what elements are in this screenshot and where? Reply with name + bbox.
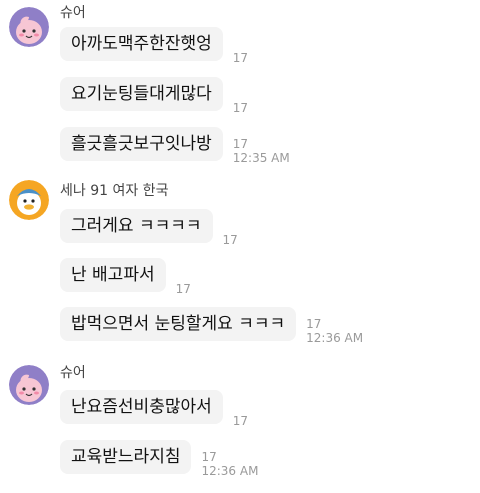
- sender-avatar[interactable]: [9, 365, 49, 405]
- message-time: 12:36 AM: [306, 331, 364, 345]
- message-bubble[interactable]: 요기눈팅들대게많다: [60, 77, 223, 111]
- duck-character-icon: [9, 180, 49, 220]
- read-count: 17: [232, 101, 249, 115]
- sender-avatar[interactable]: [9, 7, 49, 47]
- message-row: 흘긋흘긋보구잇나방 17 12:35 AM: [60, 127, 290, 165]
- message-meta: 17: [233, 51, 248, 65]
- message-row: 밥먹으면서 눈팅할게요 ㅋㅋㅋ 17 12:36 AM: [60, 307, 363, 345]
- sender-name: 슈어: [60, 5, 86, 21]
- message-bubble[interactable]: 교육받느라지침: [60, 440, 192, 474]
- message-row: 난 배고파서 17: [60, 258, 191, 296]
- message-row: 난요즘선비충많아서 17: [60, 390, 248, 428]
- message-row: 그러게요 ㅋㅋㅋㅋ 17: [60, 209, 238, 247]
- read-count: 17: [232, 414, 249, 428]
- message-meta: 17: [223, 233, 238, 247]
- message-bubble[interactable]: 밥먹으면서 눈팅할게요 ㅋㅋㅋ: [60, 307, 297, 341]
- message-meta: 17: [176, 282, 191, 296]
- peach-character-icon: [9, 365, 49, 405]
- sender-name: 세나 91 여자 한국: [60, 183, 169, 199]
- message-meta: 17 12:36 AM: [201, 450, 258, 478]
- message-meta: 17 12:35 AM: [233, 137, 290, 165]
- peach-character-icon: [9, 7, 49, 47]
- message-row: 아까도맥주한잔햇엉 17: [60, 27, 248, 65]
- sender-name: 슈어: [60, 365, 86, 381]
- read-count: 17: [306, 317, 322, 331]
- read-count: 17: [175, 282, 191, 296]
- read-count: 17: [201, 450, 217, 464]
- read-count: 17: [232, 51, 249, 65]
- message-bubble[interactable]: 그러게요 ㅋㅋㅋㅋ: [60, 209, 213, 243]
- sender-avatar[interactable]: [9, 180, 49, 220]
- message-bubble[interactable]: 난요즘선비충많아서: [60, 390, 223, 424]
- read-count: 17: [232, 137, 249, 151]
- message-bubble[interactable]: 난 배고파서: [60, 258, 166, 292]
- message-time: 12:35 AM: [232, 151, 290, 165]
- message-row: 교육받느라지침 17 12:36 AM: [60, 440, 258, 478]
- read-count: 17: [222, 233, 238, 247]
- message-meta: 17 12:36 AM: [306, 317, 363, 345]
- message-bubble[interactable]: 흘긋흘긋보구잇나방: [60, 127, 223, 161]
- message-meta: 17: [233, 414, 248, 428]
- message-row: 요기눈팅들대게많다 17: [60, 77, 248, 115]
- message-bubble[interactable]: 아까도맥주한잔햇엉: [60, 27, 223, 61]
- message-time: 12:36 AM: [201, 464, 259, 478]
- message-meta: 17: [233, 101, 248, 115]
